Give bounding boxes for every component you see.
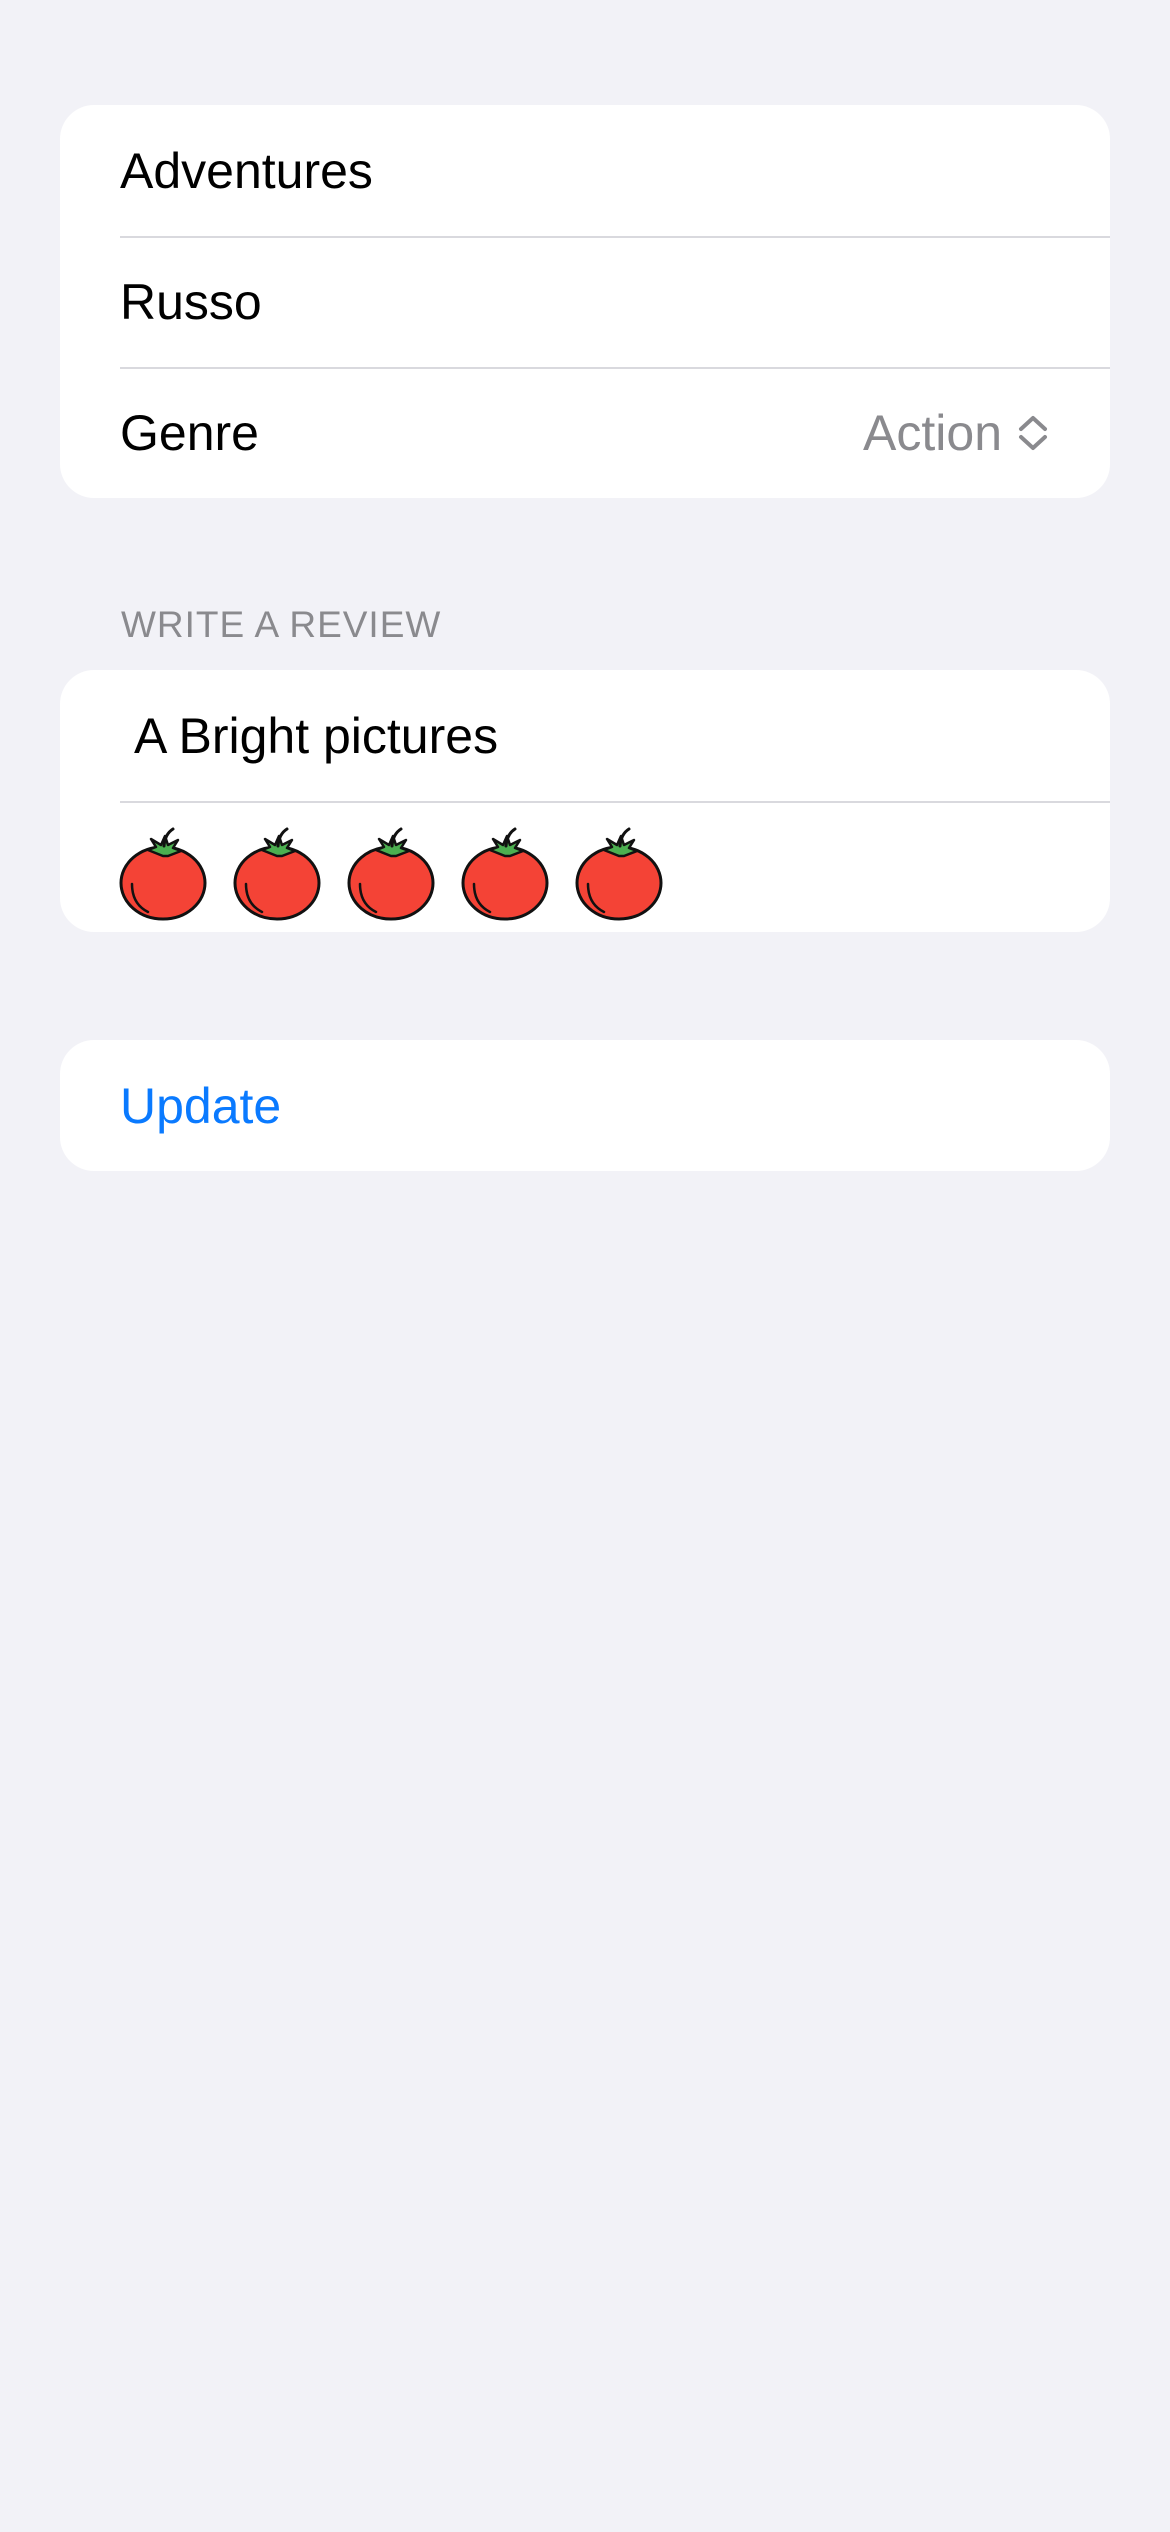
title-field[interactable]: Adventures — [120, 142, 1050, 200]
tomato-icon[interactable] — [574, 826, 664, 922]
tomato-icon[interactable] — [232, 826, 322, 922]
review-text-row[interactable] — [60, 670, 1110, 801]
tomato-icon[interactable] — [346, 826, 436, 922]
genre-selected-value: Action — [863, 404, 1002, 461]
genre-picker[interactable]: Action — [863, 404, 1050, 462]
update-group: Update — [60, 1040, 1110, 1171]
genre-label: Genre — [120, 404, 259, 461]
chevron-up-down-icon — [1019, 415, 1047, 450]
update-button[interactable]: Update — [60, 1040, 1110, 1171]
update-button-label: Update — [120, 1077, 282, 1134]
rating-row — [60, 801, 1110, 932]
director-field[interactable]: Russo — [120, 273, 1050, 331]
tomato-icon[interactable] — [118, 826, 208, 922]
title-field-row[interactable]: Adventures — [60, 105, 1110, 236]
review-text-input[interactable] — [120, 706, 1050, 765]
movie-details-group: Adventures Russo Genre Action — [60, 105, 1110, 498]
review-group — [60, 670, 1110, 932]
tomato-icon[interactable] — [460, 826, 550, 922]
director-field-row[interactable]: Russo — [60, 236, 1110, 367]
review-section-header: WRITE A REVIEW — [121, 604, 442, 645]
genre-picker-row[interactable]: Genre Action — [60, 367, 1110, 498]
tomato-rating[interactable] — [118, 826, 664, 922]
